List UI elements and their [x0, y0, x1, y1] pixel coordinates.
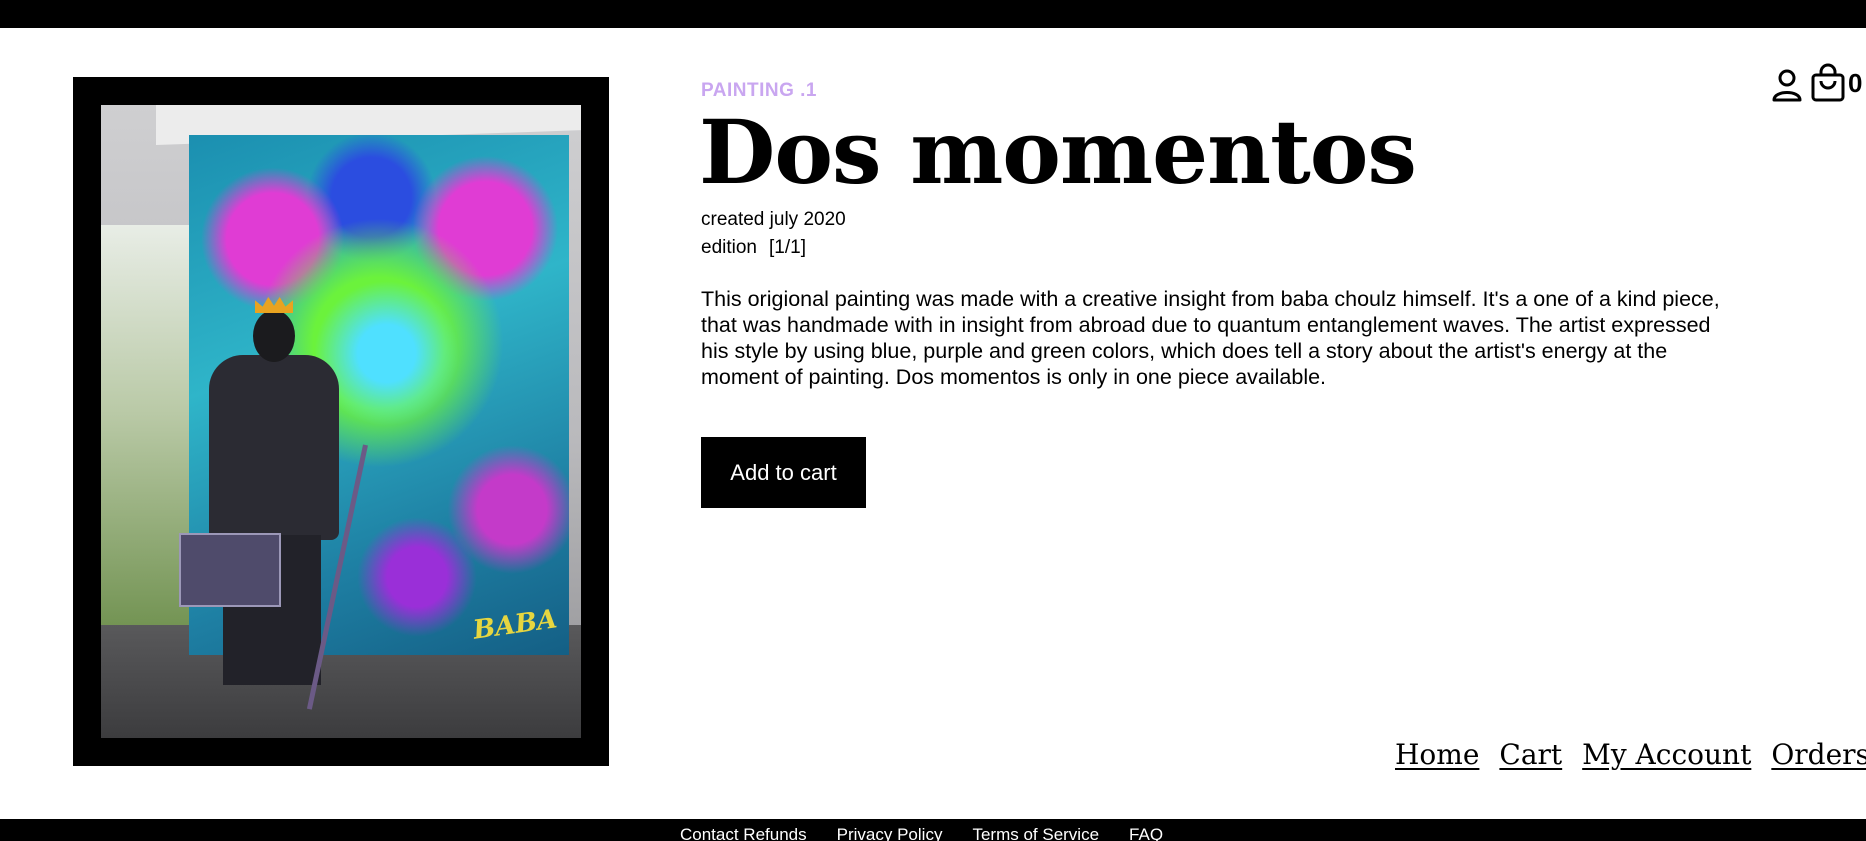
edition-label: edition [701, 237, 757, 258]
user-icon[interactable] [1771, 67, 1803, 103]
cart-link[interactable]: 0 [1810, 62, 1862, 104]
nav-link-cart[interactable]: Cart [1499, 738, 1562, 771]
footer: Contact Refunds Privacy Policy Terms of Se… [0, 819, 1866, 841]
add-to-cart-button[interactable]: Add to cart [701, 437, 866, 508]
product-description: This origional painting was made with a … [701, 287, 1720, 389]
artwork-briefcase [179, 533, 281, 607]
artwork-figure-head [253, 310, 295, 362]
cart-count: 0 [1848, 67, 1863, 98]
footer-link-privacy-policy[interactable]: Privacy Policy [837, 825, 943, 841]
shopping-bag-icon [1811, 63, 1845, 102]
footer-link-contact-refunds[interactable]: Contact Refunds [680, 825, 807, 841]
artwork-image[interactable]: BABA [101, 105, 581, 738]
artwork-figure-body [209, 355, 339, 540]
artwork-frame: BABA [73, 77, 609, 766]
created-date: created july 2020 [701, 209, 846, 230]
product-title: Dos momentos [699, 100, 1417, 204]
nav-link-home[interactable]: Home [1395, 738, 1479, 771]
nav-link-my-account[interactable]: My Account [1582, 738, 1751, 771]
edition-info: edition [1/1] [701, 236, 806, 260]
top-bar [0, 0, 1866, 28]
edition-value: [1/1] [769, 237, 806, 258]
footer-link-terms-of-service[interactable]: Terms of Service [972, 825, 1099, 841]
main-nav: Home Cart My Account Orders [1395, 738, 1866, 771]
footer-link-faq[interactable]: FAQ [1129, 825, 1163, 841]
footer-links: Contact Refunds Privacy Policy Terms of Se… [680, 825, 1193, 841]
nav-link-orders[interactable]: Orders [1771, 738, 1866, 771]
